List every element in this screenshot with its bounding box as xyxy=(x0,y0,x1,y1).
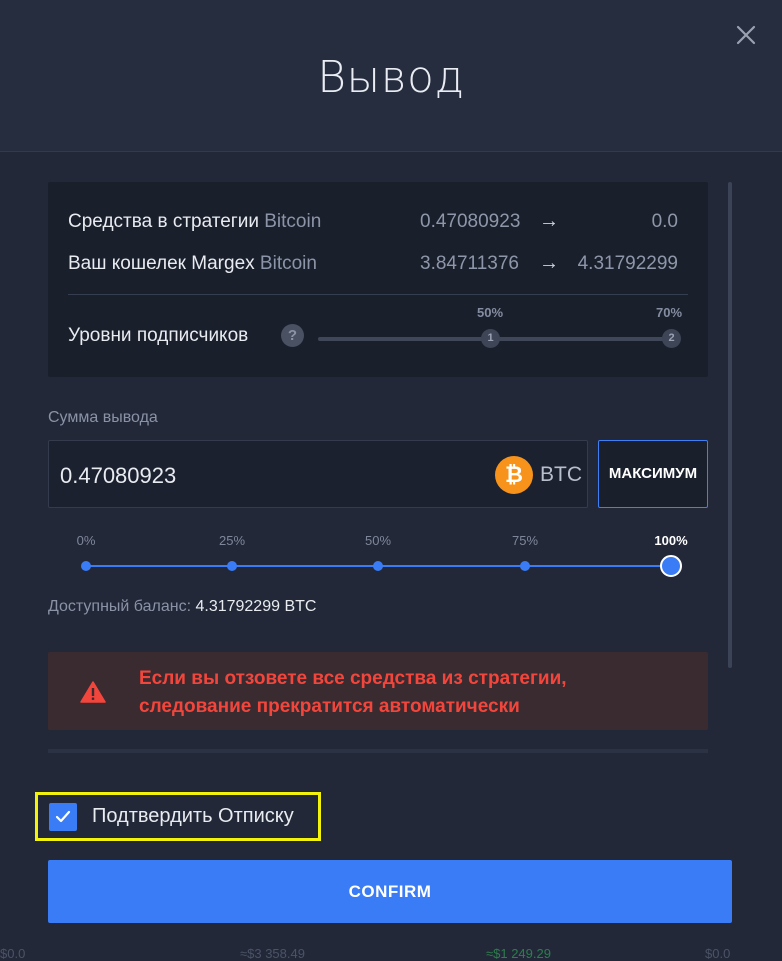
modal-header: Вывод xyxy=(0,0,782,152)
amount-value: 0.47080923 xyxy=(60,463,177,488)
currency-label: BTC xyxy=(540,463,582,486)
background-value: ≈$3 358.49 xyxy=(240,946,305,961)
arrow-right-icon: → xyxy=(539,252,559,274)
from-value: 3.84711376 xyxy=(420,253,519,274)
from-value: 0.47080923 xyxy=(420,211,521,232)
checkmark-icon xyxy=(55,810,71,823)
to-value: 4.31792299 xyxy=(577,253,678,274)
slider-dot[interactable] xyxy=(81,561,91,571)
confirm-unsubscribe-label[interactable]: Подтвердить Отписку xyxy=(92,805,294,828)
warning-text: Если вы отзовете все средства из стратег… xyxy=(139,665,567,721)
background-value: $0.0 xyxy=(0,946,26,961)
slider-mark-50[interactable]: 50% xyxy=(365,533,391,548)
warning-line-2: следование прекратится автоматически xyxy=(139,696,520,717)
strategy-funds-row: Средства в стратегии Bitcoin 0.47080923 … xyxy=(68,210,678,235)
amount-slider[interactable]: 0% 25% 50% 75% 100% xyxy=(48,530,708,590)
divider xyxy=(68,294,688,295)
slider-mark-25[interactable]: 25% xyxy=(219,533,245,548)
balance-label: Доступный баланс: xyxy=(48,598,192,615)
row-coin: Bitcoin xyxy=(259,253,317,274)
confirm-button[interactable]: CONFIRM xyxy=(48,860,732,923)
background-value: ≈$1 249.29 xyxy=(486,946,551,961)
bitcoin-icon: ₿ xyxy=(495,456,533,494)
subscriber-tiers-label: Уровни подписчиков xyxy=(68,325,249,346)
slider-dot[interactable] xyxy=(227,561,237,571)
warning-banner: Если вы отзовете все средства из стратег… xyxy=(48,652,708,730)
slider-dot[interactable] xyxy=(373,561,383,571)
tier-1-percent: 50% xyxy=(477,305,504,320)
withdraw-modal: Вывод Средства в стратегии Bitcoin 0.470… xyxy=(0,0,782,961)
summary-panel: Средства в стратегии Bitcoin 0.47080923 … xyxy=(48,182,708,377)
slider-dot[interactable] xyxy=(520,561,530,571)
wallet-row: Ваш кошелек Margex Bitcoin 3.84711376 → … xyxy=(68,252,678,277)
modal-title: Вывод xyxy=(317,52,465,103)
tier-1-node: 1 xyxy=(481,329,500,348)
tier-2-percent: 70% xyxy=(656,305,683,320)
row-label: Средства в стратегии xyxy=(68,211,259,232)
max-button[interactable]: МАКСИМУМ xyxy=(598,440,708,508)
close-icon[interactable] xyxy=(735,24,757,46)
balance-value: 4.31792299 BTC xyxy=(195,598,317,615)
slider-handle[interactable] xyxy=(660,555,682,577)
amount-label: Сумма вывода xyxy=(48,409,158,426)
available-balance: Доступный баланс: 4.31792299 BTC xyxy=(48,598,316,616)
scrollbar[interactable] xyxy=(728,182,732,668)
tier-2-node: 2 xyxy=(662,329,681,348)
row-coin: Bitcoin xyxy=(264,211,322,232)
divider xyxy=(48,749,708,753)
row-label: Ваш кошелек Margex xyxy=(68,253,255,274)
warning-line-1: Если вы отзовете все средства из стратег… xyxy=(139,668,567,689)
arrow-right-icon: → xyxy=(539,210,559,232)
to-value: 0.0 xyxy=(651,211,678,232)
slider-mark-0[interactable]: 0% xyxy=(77,533,96,548)
help-icon[interactable]: ? xyxy=(281,324,304,347)
slider-mark-75[interactable]: 75% xyxy=(512,533,538,548)
background-value: $0.0 xyxy=(705,946,731,961)
confirm-unsubscribe-checkbox[interactable] xyxy=(49,803,77,831)
amount-input[interactable]: 0.47080923 ₿ BTC xyxy=(48,440,588,508)
slider-mark-100[interactable]: 100% xyxy=(654,533,687,548)
warning-icon xyxy=(80,681,106,708)
